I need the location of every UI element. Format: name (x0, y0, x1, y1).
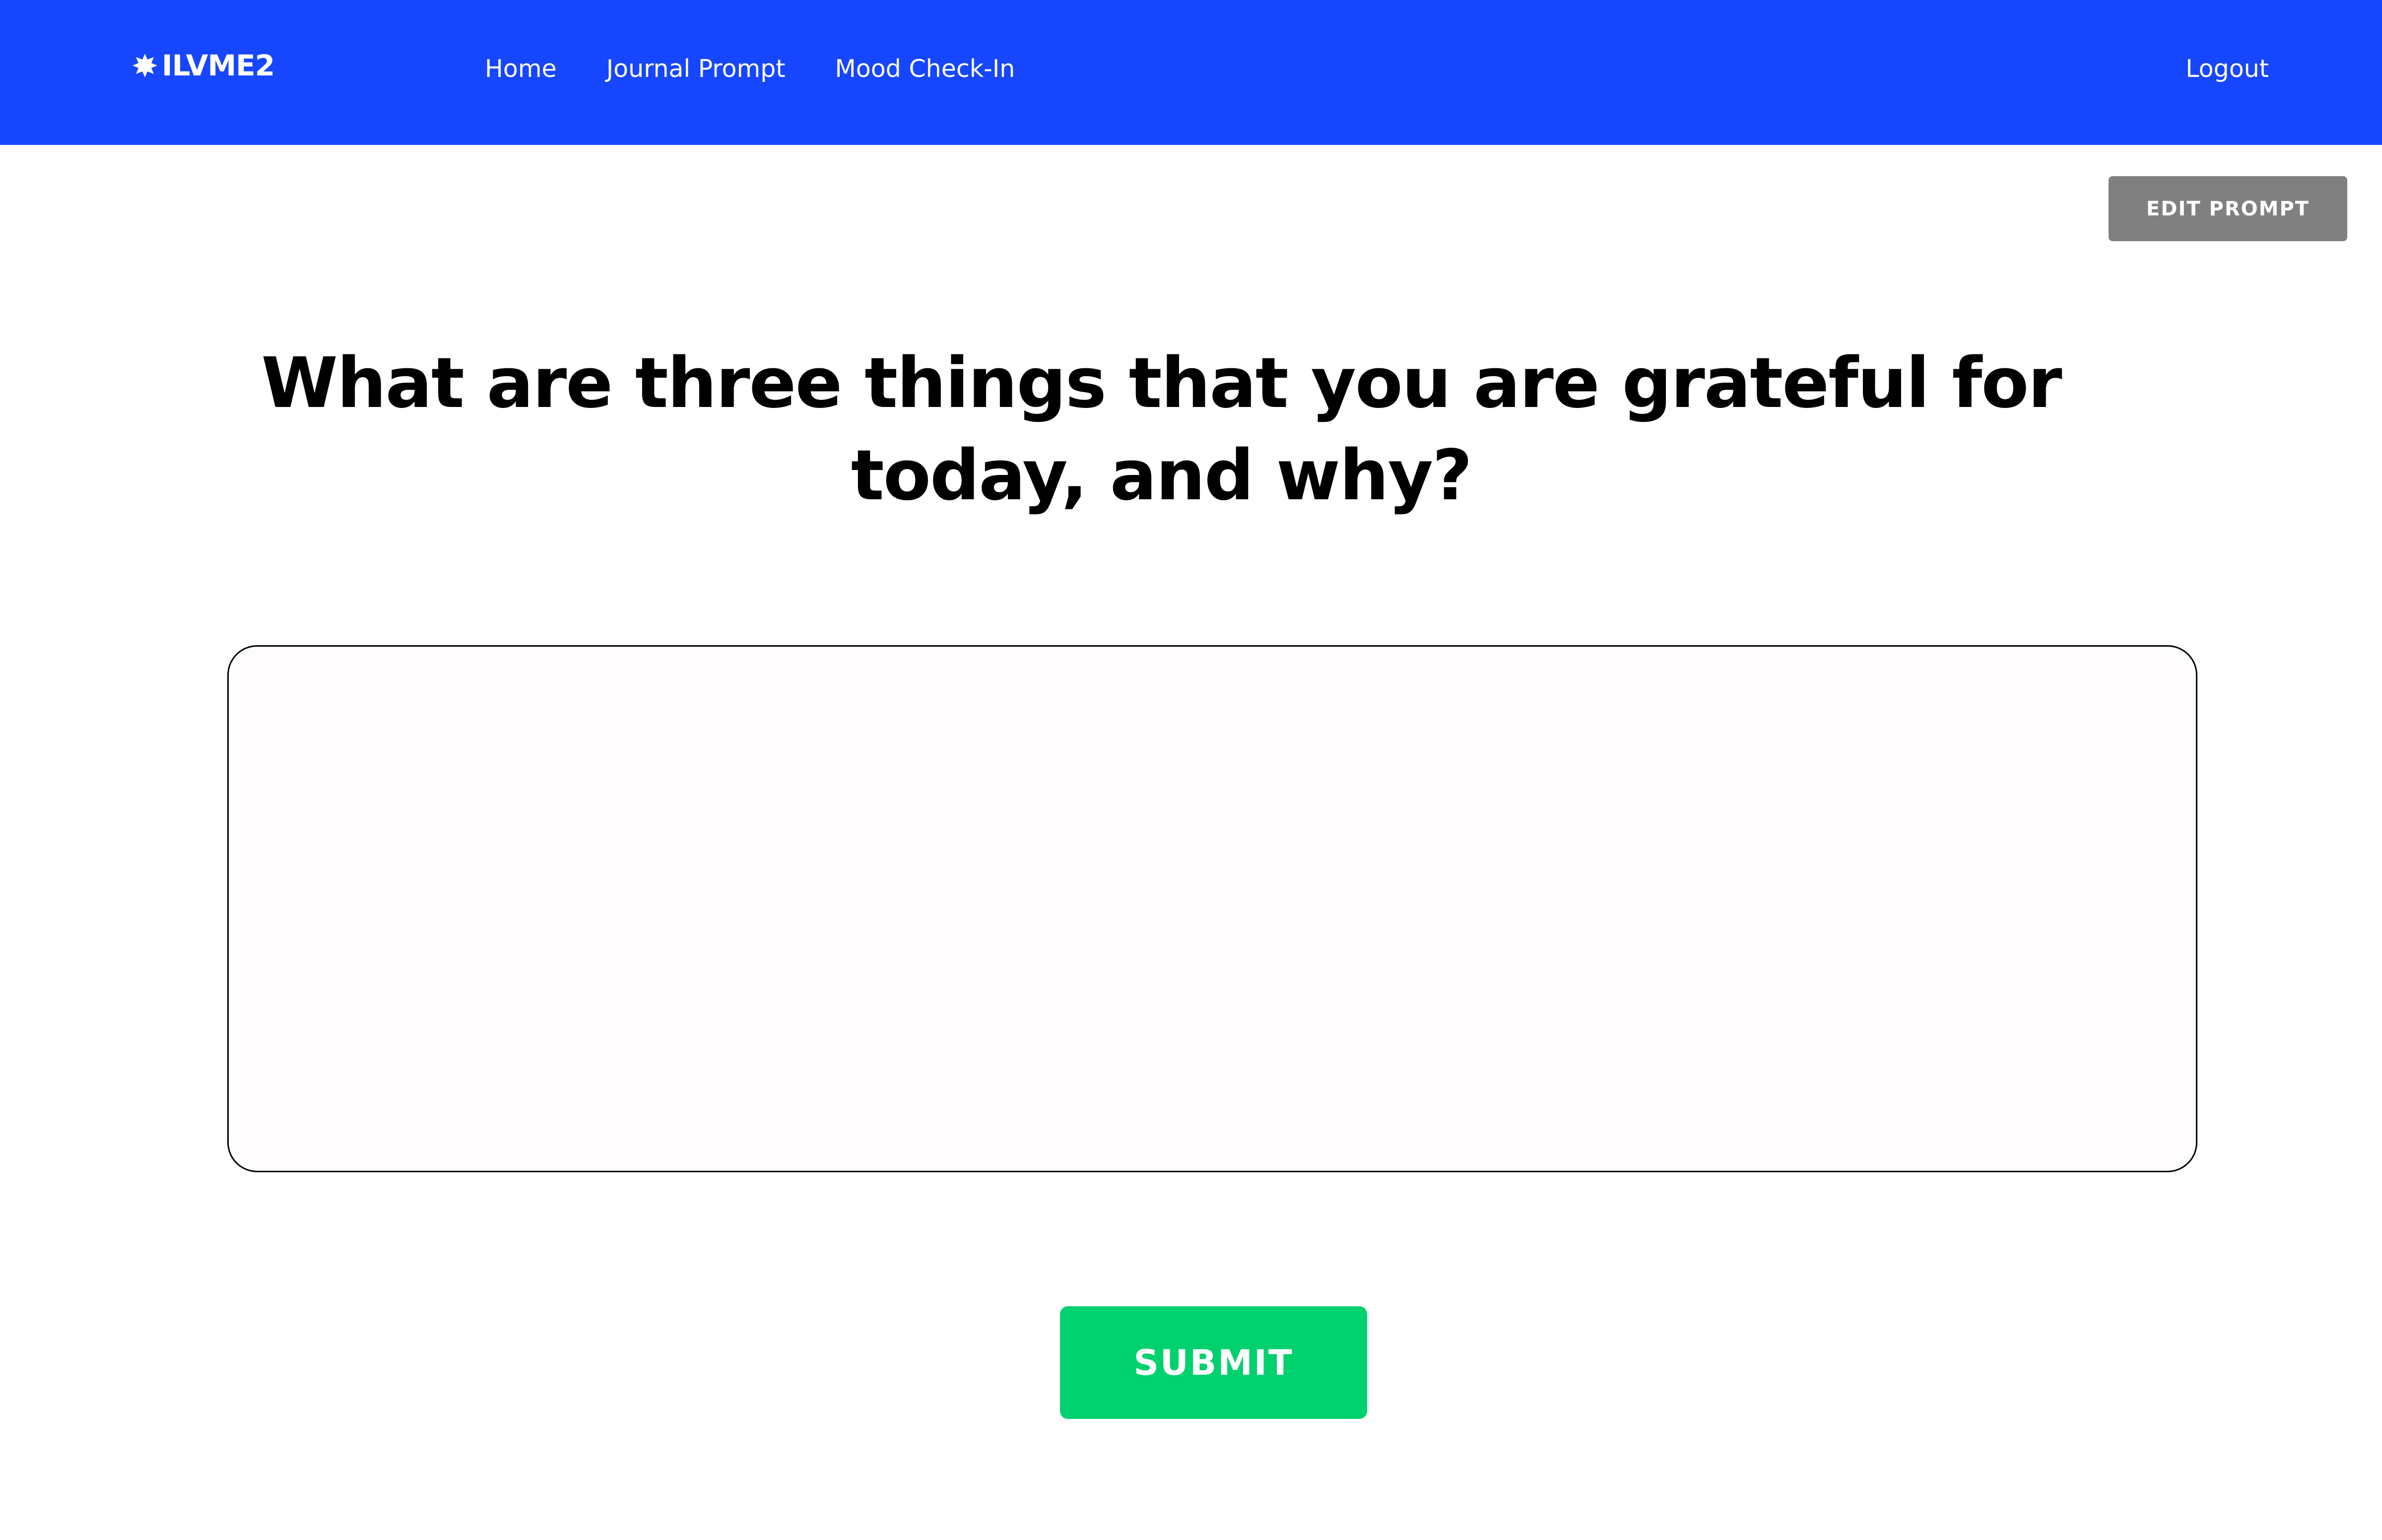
main-nav: Home Journal Prompt Mood Check-In (485, 51, 1064, 86)
journal-entry-textarea[interactable] (227, 645, 2197, 1172)
top-navbar: ILVME2 Home Journal Prompt Mood Check-In… (0, 0, 2382, 145)
nav-link-mood-check-in[interactable]: Mood Check-In (835, 55, 1015, 83)
nav-link-home[interactable]: Home (485, 55, 557, 83)
prompt-question: What are three things that you are grate… (261, 343, 2062, 516)
logout-link[interactable]: Logout (2185, 51, 2269, 86)
brand-logo[interactable]: ILVME2 (132, 48, 275, 83)
brand-name: ILVME2 (162, 49, 275, 82)
submit-button[interactable]: SUBMIT (1060, 1306, 1367, 1419)
asterisk-badge-icon (132, 53, 158, 78)
edit-prompt-button[interactable]: EDIT PROMPT (2109, 176, 2347, 241)
page: ILVME2 Home Journal Prompt Mood Check-In… (0, 0, 2382, 1540)
nav-link-journal-prompt[interactable]: Journal Prompt (606, 55, 786, 83)
